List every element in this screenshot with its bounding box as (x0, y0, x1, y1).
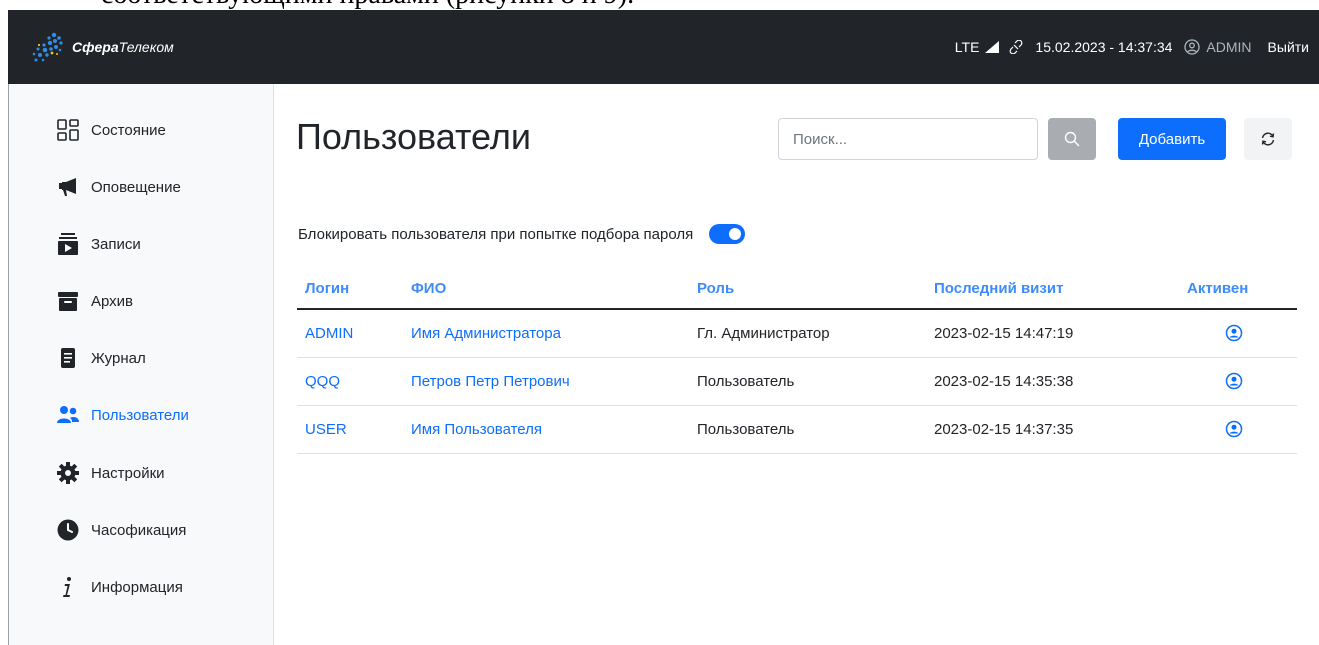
sidebar-item-label: Часофикация (91, 521, 187, 539)
users-table: Логин ФИО Роль Последний визит Активен A… (297, 270, 1297, 454)
user-active-icon (1225, 420, 1243, 438)
user-fullname[interactable]: Петров Петр Петрович (411, 373, 570, 390)
sidebar-item-state[interactable]: Состояние (56, 115, 166, 145)
logout-link[interactable]: Выйти (1268, 39, 1309, 55)
user-active-icon (1225, 324, 1243, 342)
document-text-fragment: соответствующими правами (рисунки 8 и 9)… (0, 0, 1319, 10)
user-fullname[interactable]: Имя Администратора (411, 325, 561, 342)
block-bruteforce-label: Блокировать пользователя при попытке под… (298, 225, 694, 243)
column-header-last-visit[interactable]: Последний визит (934, 280, 1063, 297)
sidebar-item-label: Пользователи (91, 406, 189, 424)
top-navbar: СфераТелеком LTE 15.02.2023 - 14:37:34 A… (8, 10, 1319, 84)
megaphone-icon (56, 175, 80, 199)
user-role: Гл. Администратор (697, 325, 830, 342)
table-row: ADMIN Имя Администратора Гл. Администрат… (297, 310, 1297, 358)
sidebar-item-label: Информация (91, 578, 183, 596)
sidebar-item-label: Настройки (91, 464, 165, 482)
user-circle-icon (1184, 39, 1201, 55)
sidebar-item-info[interactable]: Информация (56, 572, 183, 602)
user-last-visit: 2023-02-15 14:47:19 (934, 325, 1074, 342)
sidebar-item-journal[interactable]: Журнал (56, 343, 146, 373)
datetime: 15.02.2023 - 14:37:34 (1035, 39, 1173, 55)
user-last-visit: 2023-02-15 14:37:35 (934, 421, 1074, 438)
sidebar-item-users[interactable]: Пользователи (56, 400, 189, 430)
page-title: Пользователи (296, 116, 531, 157)
column-header-name[interactable]: ФИО (411, 280, 446, 297)
column-header-role[interactable]: Роль (697, 280, 734, 297)
brand[interactable]: СфераТелеком (30, 30, 174, 64)
sidebar-item-clock-sync[interactable]: Часофикация (56, 515, 186, 545)
user-login[interactable]: ADMIN (305, 325, 353, 342)
brand-name: СфераТелеком (72, 39, 174, 55)
table-header: Логин ФИО Роль Последний визит Активен (297, 270, 1297, 310)
search-button[interactable] (1048, 118, 1096, 160)
clock-icon (56, 518, 80, 542)
sidebar-item-settings[interactable]: Настройки (56, 458, 165, 488)
sidebar-item-alert[interactable]: Оповещение (56, 172, 181, 202)
gear-icon (56, 461, 80, 485)
signal-icon (985, 41, 1000, 53)
block-bruteforce-setting: Блокировать пользователя при попытке под… (298, 222, 746, 246)
network-type: LTE (954, 39, 980, 55)
user-active-icon (1225, 372, 1243, 390)
document-text: соответствующими правами (рисунки 8 и 9)… (101, 0, 634, 10)
logo-icon (32, 32, 63, 62)
link-broken-icon (1009, 40, 1023, 54)
search-input[interactable] (778, 118, 1038, 160)
user-last-visit: 2023-02-15 14:35:38 (934, 373, 1074, 390)
user-role: Пользователь (697, 373, 795, 390)
table-row: QQQ Петров Петр Петрович Пользователь 20… (297, 358, 1297, 406)
refresh-icon (1261, 132, 1275, 146)
sidebar-item-label: Записи (91, 235, 141, 253)
sidebar-item-records[interactable]: Записи (56, 229, 141, 259)
journal-icon (56, 346, 80, 370)
column-header-login[interactable]: Логин (305, 280, 349, 297)
block-bruteforce-toggle[interactable] (709, 224, 746, 244)
status-area: LTE 15.02.2023 - 14:37:34 ADMIN Выйти (955, 10, 1309, 84)
current-user[interactable]: ADMIN (1206, 39, 1251, 55)
user-role: Пользователь (697, 421, 795, 438)
toggle-knob (729, 228, 742, 240)
info-icon (56, 575, 80, 599)
column-header-active[interactable]: Активен (1187, 280, 1248, 297)
user-fullname[interactable]: Имя Пользователя (411, 421, 542, 438)
table-row: USER Имя Пользователя Пользователь 2023-… (297, 406, 1297, 454)
sidebar-item-label: Журнал (91, 349, 146, 367)
search-icon (1064, 131, 1080, 147)
archive-icon (56, 289, 80, 313)
sidebar-item-label: Архив (91, 292, 134, 310)
user-login[interactable]: USER (305, 421, 347, 438)
refresh-button[interactable] (1244, 118, 1292, 160)
recordings-icon (56, 232, 80, 256)
dashboard-icon (56, 118, 80, 142)
sidebar-item-label: Оповещение (91, 178, 181, 196)
add-user-button[interactable]: Добавить (1118, 118, 1226, 160)
sidebar: Состояние Оповещение Записи Архив Журнал… (8, 84, 274, 645)
sidebar-item-archive[interactable]: Архив (56, 286, 133, 316)
users-icon (56, 403, 80, 427)
sidebar-item-label: Состояние (91, 121, 166, 139)
user-login[interactable]: QQQ (305, 373, 340, 390)
